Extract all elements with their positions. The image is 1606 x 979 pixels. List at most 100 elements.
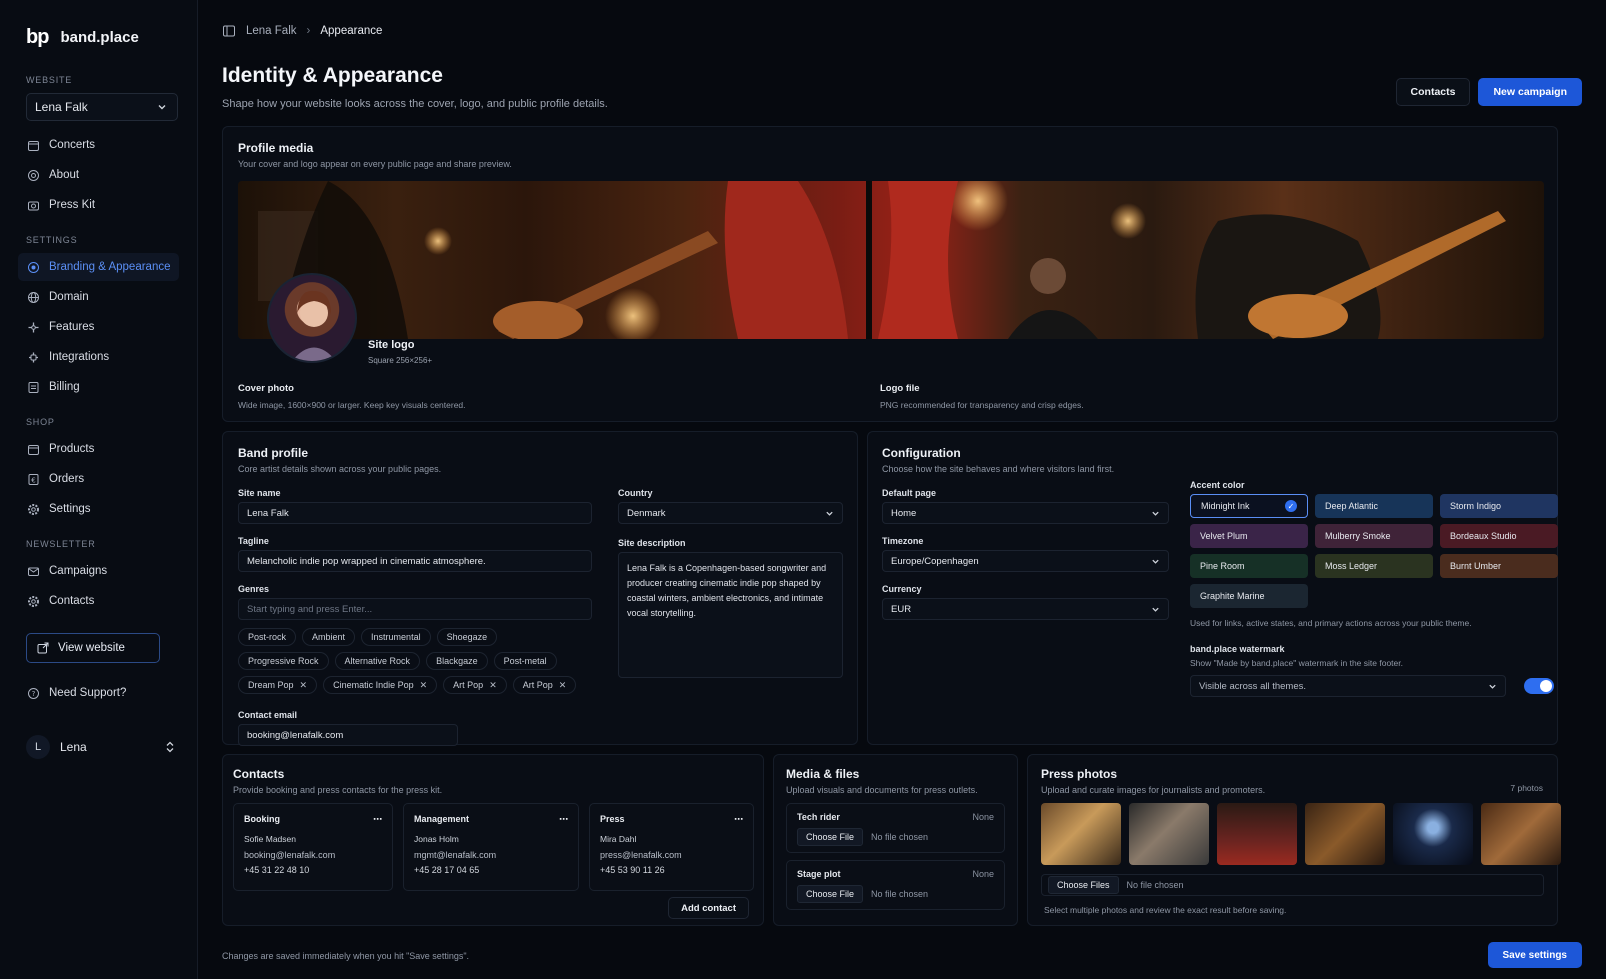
accent-swatch-moss-ledger[interactable]: Moss Ledger [1315, 554, 1433, 578]
sidebar-item-press-kit[interactable]: Press Kit [18, 191, 179, 219]
sidebar-item-domain[interactable]: Domain [18, 283, 179, 311]
new-campaign-button[interactable]: New campaign [1478, 78, 1582, 106]
chevron-down-icon [1152, 511, 1159, 516]
brand[interactable]: bp band.place [26, 26, 179, 49]
genre-chip[interactable]: Dream Pop ✕ [238, 676, 318, 694]
genre-chip[interactable]: Cinematic Indie Pop ✕ [323, 676, 438, 694]
accent-swatch-bordeaux-studio[interactable]: Bordeaux Studio [1440, 524, 1558, 548]
accent-swatch-mulberry-smoke[interactable]: Mulberry Smoke [1315, 524, 1433, 548]
contact-role: Booking [244, 814, 280, 824]
swatch-label: Mulberry Smoke [1325, 531, 1391, 541]
press-photo[interactable] [1129, 803, 1209, 865]
genre-chip[interactable]: Progressive Rock [238, 652, 329, 670]
genre-chip-label: Blackgaze [436, 656, 478, 666]
choose-file-button[interactable]: Choose File [797, 885, 864, 903]
cover-image[interactable] [238, 181, 1544, 339]
genre-chip[interactable]: Art Pop ✕ [512, 676, 577, 694]
currency-select[interactable]: EUR [882, 598, 1169, 620]
contact-card-management[interactable]: Management ⋯ Jonas Holm mgmt@lenafalk.com… [403, 803, 579, 891]
gear-icon [26, 502, 40, 516]
location-pin-icon [26, 260, 40, 274]
sidebar-item-billing[interactable]: Billing [18, 373, 179, 401]
sidebar-item-branding[interactable]: Branding & Appearance [18, 253, 179, 281]
watermark-select[interactable]: Visible across all themes. [1190, 675, 1506, 697]
press-photo[interactable] [1305, 803, 1385, 865]
save-settings-button[interactable]: Save settings [1487, 942, 1582, 968]
breadcrumb-parent[interactable]: Lena Falk [246, 25, 297, 37]
sidebar-item-about[interactable]: About [18, 161, 179, 189]
site-description-textarea[interactable]: Lena Falk is a Copenhagen-based songwrit… [618, 552, 843, 678]
contact-email-input[interactable]: booking@lenafalk.com [238, 724, 458, 746]
default-page-select[interactable]: Home [882, 502, 1169, 524]
site-logo-image[interactable] [267, 273, 357, 363]
genre-chip[interactable]: Alternative Rock [334, 652, 421, 670]
contacts-button[interactable]: Contacts [1395, 78, 1471, 106]
close-icon[interactable]: ✕ [420, 680, 428, 691]
sidebar-item-campaigns[interactable]: Campaigns [18, 557, 179, 585]
more-icon[interactable]: ⋯ [734, 814, 743, 825]
section-website: WEBSITE [26, 75, 73, 85]
more-icon[interactable]: ⋯ [373, 814, 382, 825]
genre-chip[interactable]: Shoegaze [436, 628, 498, 646]
genre-chip[interactable]: Instrumental [361, 628, 431, 646]
site-selector[interactable]: Lena Falk [26, 93, 178, 121]
timezone-select[interactable]: Europe/Copenhagen [882, 550, 1169, 572]
close-icon[interactable]: ✕ [300, 680, 308, 691]
press-files-status: No file chosen [1126, 880, 1184, 890]
sidebar-item-label: Products [49, 443, 95, 455]
country-select[interactable]: Denmark [618, 502, 843, 524]
tagline-input[interactable]: Melancholic indie pop wrapped in cinemat… [238, 550, 592, 572]
sidebar-item-features[interactable]: Features [18, 313, 179, 341]
sidebar-toggle-icon[interactable] [222, 24, 236, 38]
sidebar-item-products[interactable]: Products [18, 435, 179, 463]
contact-email: booking@lenafalk.com [244, 850, 336, 860]
genre-chip[interactable]: Post-metal [493, 652, 557, 670]
sidebar-item-shop-settings[interactable]: Settings [18, 495, 179, 523]
accent-swatch-graphite-marine[interactable]: Graphite Marine [1190, 584, 1308, 608]
sidebar-item-concerts[interactable]: Concerts [18, 131, 179, 159]
swatch-label: Bordeaux Studio [1450, 531, 1517, 541]
press-photo[interactable] [1393, 803, 1473, 865]
genres-input[interactable]: Start typing and press Enter... [238, 598, 592, 620]
plug-icon [26, 350, 40, 364]
choose-files-button[interactable]: Choose Files [1048, 876, 1119, 894]
genre-chip-label: Shoegaze [446, 632, 488, 642]
genre-chip[interactable]: Post-rock [238, 628, 297, 646]
press-photo[interactable] [1041, 803, 1121, 865]
accent-swatch-velvet-plum[interactable]: Velvet Plum [1190, 524, 1308, 548]
contact-card-booking[interactable]: Booking ⋯ Sofie Madsen booking@lenafalk.c… [233, 803, 393, 891]
watermark-toggle[interactable] [1524, 678, 1554, 694]
accent-swatch-storm-indigo[interactable]: Storm Indigo [1440, 494, 1558, 518]
site-name-input[interactable]: Lena Falk [238, 502, 592, 524]
press-photo[interactable] [1217, 803, 1297, 865]
genre-chip[interactable]: Blackgaze [426, 652, 488, 670]
accent-swatch-deep-atlantic[interactable]: Deep Atlantic [1315, 494, 1433, 518]
mail-icon [26, 564, 40, 578]
close-icon[interactable]: ✕ [489, 680, 497, 691]
sidebar-item-contacts[interactable]: Contacts [18, 587, 179, 615]
contact-phone: +45 53 90 11 26 [600, 865, 665, 875]
press-photo[interactable] [1481, 803, 1561, 865]
profile-media-card: Profile media Your cover and logo appear… [222, 126, 1558, 422]
close-icon[interactable]: ✕ [559, 680, 567, 691]
section-newsletter: NEWSLETTER [26, 539, 96, 549]
more-icon[interactable]: ⋯ [559, 814, 568, 825]
external-link-icon [37, 642, 49, 654]
genre-chip[interactable]: Art Pop ✕ [443, 676, 507, 694]
user-menu[interactable]: L Lena [26, 735, 175, 759]
timezone-value: Europe/Copenhagen [891, 555, 979, 567]
sidebar-item-integrations[interactable]: Integrations [18, 343, 179, 371]
add-contact-button[interactable]: Add contact [668, 897, 749, 919]
choose-file-button[interactable]: Choose File [797, 828, 864, 846]
accent-swatch-midnight-ink[interactable]: Midnight Ink ✓ [1190, 494, 1308, 518]
contacts-title: Contacts [233, 767, 285, 781]
need-support-link[interactable]: ? Need Support? [18, 679, 179, 707]
genre-chip[interactable]: Ambient [302, 628, 356, 646]
contact-card-press[interactable]: Press ⋯ Mira Dahl press@lenafalk.com +45 … [589, 803, 754, 891]
accent-swatch-pine-room[interactable]: Pine Room [1190, 554, 1308, 578]
sidebar-item-orders[interactable]: € Orders [18, 465, 179, 493]
accent-swatch-burnt-umber[interactable]: Burnt Umber [1440, 554, 1558, 578]
view-website-button[interactable]: View website [26, 633, 160, 663]
stage-plot-upload: Stage plot None Choose File No file chosen [786, 860, 1005, 910]
contact-email: press@lenafalk.com [600, 850, 682, 860]
